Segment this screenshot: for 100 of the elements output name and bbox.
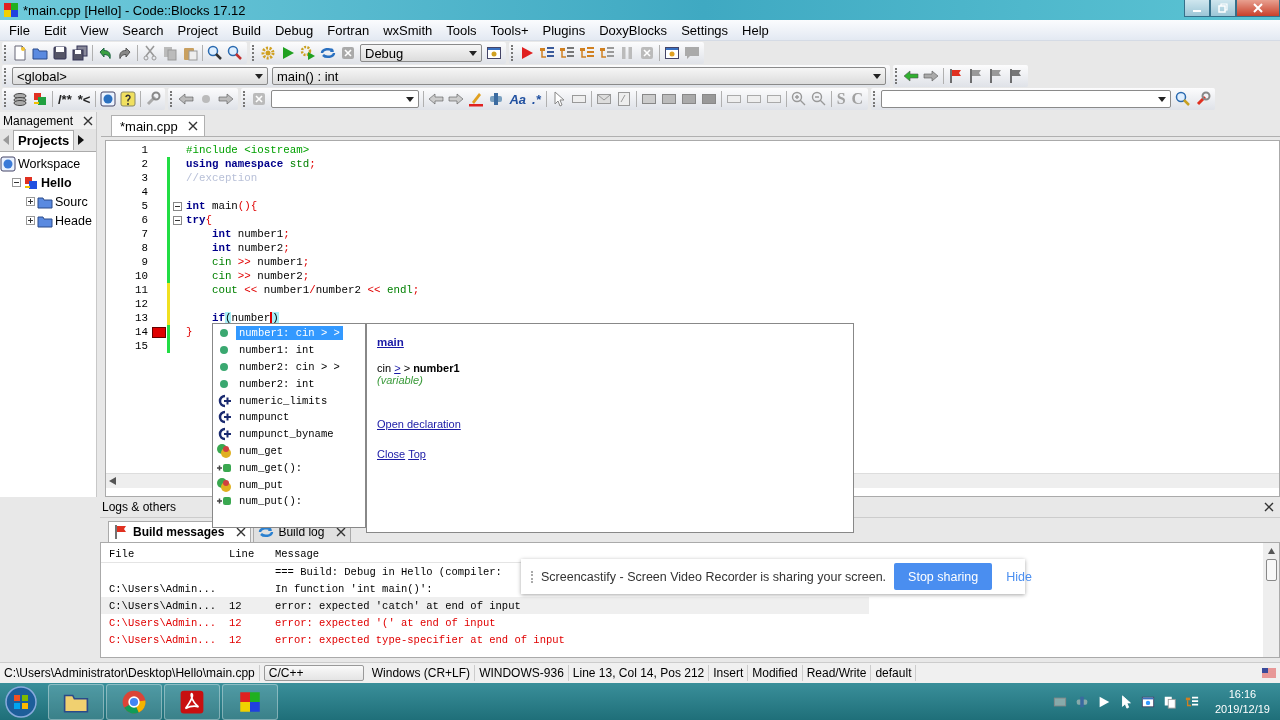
panel-tab[interactable]: Projects — [13, 130, 75, 150]
scroll-right-icon[interactable] — [78, 135, 85, 145]
scroll-up-icon[interactable] — [1267, 547, 1275, 555]
menu-item[interactable]: Tools — [439, 22, 484, 38]
bookmark-icon[interactable] — [948, 68, 964, 84]
debug-window-icon[interactable] — [664, 45, 680, 61]
completion-item[interactable]: number1: int — [236, 343, 318, 358]
next-instruction-icon[interactable] — [599, 45, 615, 61]
pdf-icon[interactable] — [179, 689, 205, 715]
menu-item[interactable]: Build — [225, 22, 268, 38]
find-dropdown[interactable] — [881, 90, 1172, 108]
menu-item[interactable]: Help — [735, 22, 776, 38]
scope-dropdown[interactable]: <global> — [12, 67, 268, 85]
column-header[interactable]: Message — [275, 547, 320, 560]
replace-icon[interactable] — [227, 45, 243, 61]
wrench-icon[interactable] — [145, 91, 162, 107]
clock-time[interactable]: 16:16 — [1228, 687, 1257, 702]
forward-icon[interactable] — [218, 91, 235, 107]
menu-item[interactable]: Fortran — [320, 22, 377, 38]
fold-icon[interactable] — [172, 201, 182, 211]
symbol-link[interactable]: main — [377, 336, 404, 348]
collapse-icon[interactable] — [12, 178, 21, 187]
completion-item[interactable]: num_put — [236, 477, 287, 492]
tree-item[interactable]: Heade — [55, 213, 92, 228]
file-tab[interactable]: *main.cpp — [111, 115, 205, 136]
close-tab-icon[interactable] — [187, 121, 198, 131]
match-case-button[interactable]: Aa — [508, 91, 527, 107]
popup-link[interactable]: Top — [408, 448, 426, 460]
abort-icon[interactable] — [340, 45, 356, 61]
search-icon[interactable] — [207, 45, 223, 61]
close-icon[interactable] — [83, 115, 93, 126]
comment-button[interactable]: /** — [57, 91, 73, 107]
highlight-icon[interactable] — [468, 91, 485, 107]
tree-item[interactable]: Sourc — [55, 194, 88, 209]
database-icon[interactable] — [12, 91, 28, 107]
message-row[interactable]: C:\Users\Admin... 12 error: expected type-specifier at end of input — [101, 631, 869, 648]
message-row[interactable]: C:\Users\Admin... 12 error: expected 'catch' at end of input — [101, 597, 869, 614]
minimize-button[interactable] — [1184, 0, 1210, 17]
next-bookmark-icon[interactable] — [988, 68, 1004, 84]
expand-icon[interactable] — [26, 216, 35, 225]
tree-item[interactable]: Workspace — [18, 156, 81, 171]
mail-icon[interactable] — [595, 91, 612, 107]
menu-item[interactable]: wxSmith — [376, 22, 440, 38]
save-icon[interactable] — [52, 45, 68, 61]
completion-item[interactable]: numeric_limits — [236, 393, 331, 408]
close-tab-icon[interactable] — [236, 527, 247, 537]
comment-button[interactable]: *< — [76, 91, 92, 107]
forward-icon[interactable] — [923, 68, 939, 84]
menu-item[interactable]: Debug — [267, 22, 321, 38]
menu-item[interactable]: Settings — [674, 22, 736, 38]
completion-item[interactable]: num_put(): — [236, 494, 305, 509]
restore-button[interactable] — [1210, 0, 1236, 17]
completion-item[interactable]: num_get — [236, 443, 287, 458]
menu-item[interactable]: Edit — [36, 22, 74, 38]
menu-item[interactable]: Plugins — [535, 22, 593, 38]
close-tab-icon[interactable] — [336, 527, 347, 537]
monitor-icon[interactable] — [1140, 695, 1155, 709]
bar-icon[interactable] — [660, 91, 677, 107]
bar-icon[interactable] — [680, 91, 697, 107]
redo-icon[interactable] — [117, 45, 133, 61]
bar-icon[interactable] — [640, 91, 657, 107]
run-icon[interactable] — [280, 45, 296, 61]
back-icon[interactable] — [903, 68, 919, 84]
debug-icon[interactable] — [519, 45, 535, 61]
menu-item[interactable]: Tools+ — [483, 22, 536, 38]
settings-icon[interactable] — [1195, 91, 1212, 107]
target-options-icon[interactable] — [486, 45, 502, 61]
status-item[interactable]: C/C++ — [263, 665, 364, 681]
completion-item[interactable]: number2: int — [236, 376, 318, 391]
step-into-icon[interactable] — [559, 45, 575, 61]
prev-bookmark-icon[interactable] — [968, 68, 984, 84]
completion-item[interactable]: numpunct — [236, 410, 293, 425]
search-icon[interactable] — [1175, 91, 1192, 107]
page-icon[interactable] — [615, 91, 632, 107]
fold-icon[interactable] — [172, 215, 182, 225]
save-all-icon[interactable] — [72, 45, 88, 61]
completion-item[interactable]: num_get(): — [236, 460, 305, 475]
regex-button[interactable]: .* — [531, 91, 542, 107]
block-icon[interactable] — [700, 91, 717, 107]
clock-date[interactable]: 2019/12/19 — [1214, 702, 1270, 717]
new-file-icon[interactable] — [12, 45, 28, 61]
menu-item[interactable]: DoxyBlocks — [592, 22, 675, 38]
step-icon[interactable] — [539, 45, 555, 61]
build-run-icon[interactable] — [300, 45, 316, 61]
column-header[interactable]: Line — [229, 547, 255, 560]
close-icon[interactable] — [1264, 502, 1274, 512]
scrollbar-thumb[interactable] — [1265, 559, 1277, 581]
column-header[interactable]: File — [109, 547, 135, 560]
completion-item[interactable]: numpunct_byname — [236, 427, 337, 442]
tree-item[interactable]: Hello — [41, 175, 72, 190]
zoom-in-icon[interactable] — [790, 91, 807, 107]
build-target-dropdown[interactable]: Debug — [360, 44, 482, 62]
message-row[interactable]: C:\Users\Admin... 12 error: expected '(' at end of input — [101, 614, 869, 631]
open-icon[interactable] — [32, 45, 48, 61]
menu-item[interactable]: View — [73, 22, 116, 38]
cut-icon[interactable] — [142, 45, 158, 61]
start-button[interactable] — [4, 685, 38, 719]
completion-item[interactable]: number2: cin > > — [236, 360, 343, 374]
menu-item[interactable]: File — [2, 22, 37, 38]
undo-icon[interactable] — [97, 45, 113, 61]
